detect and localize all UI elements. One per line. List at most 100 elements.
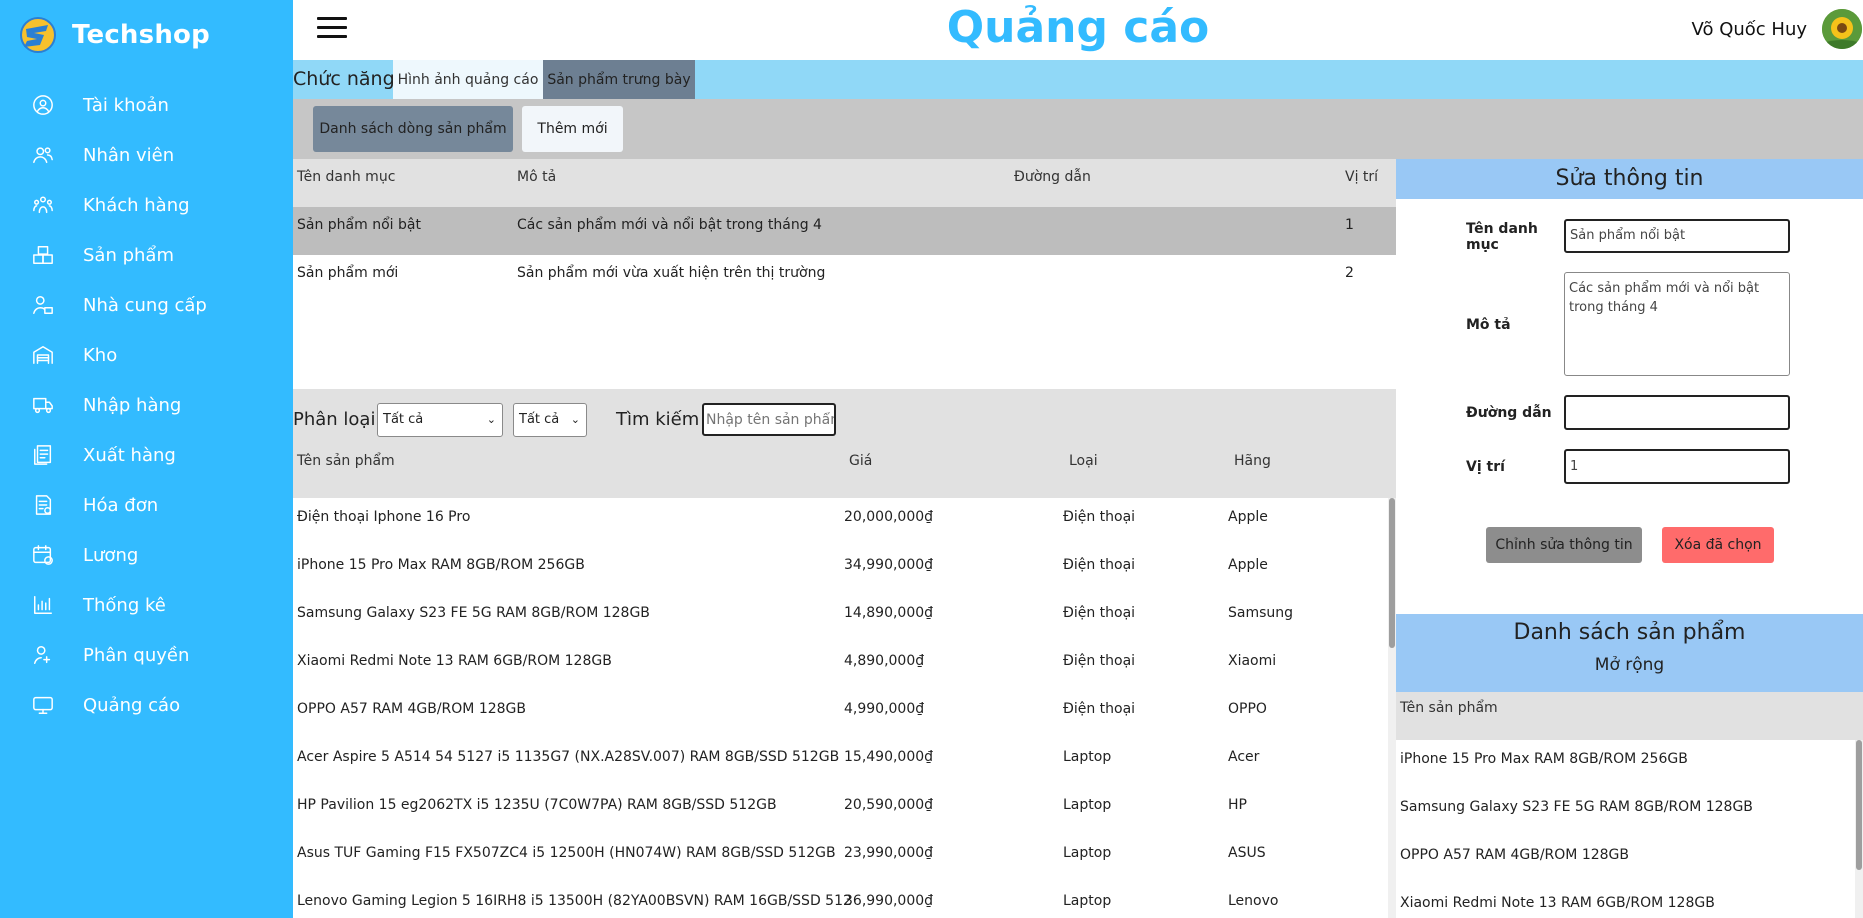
user-permission-icon (31, 643, 55, 667)
sidebar-item-kho[interactable]: Kho (0, 330, 293, 380)
product-brand: Xiaomi (1228, 653, 1277, 669)
brand[interactable]: Techshop (18, 14, 210, 56)
product-type: Điện thoại (1063, 509, 1136, 525)
product-price: 34,990,000₫ (844, 557, 934, 573)
link-field-label: Đường dẫn (1466, 405, 1552, 421)
sidebar-item-nhan-vien[interactable]: Nhân viên (0, 130, 293, 180)
sidebar-item-label: Nhà cung cấp (83, 294, 207, 316)
product-name: Điện thoại Iphone 16 Pro (297, 509, 471, 525)
sidebar-nav: Tài khoản Nhân viên Khách hàng Sản phẩm … (0, 80, 293, 730)
action-bar: Danh sách dòng sản phẩm Thêm mới (293, 99, 1863, 159)
sidebar-item-label: Xuất hàng (83, 444, 176, 466)
sidebar-item-label: Kho (83, 344, 118, 366)
select-value: Tất cả (383, 412, 424, 427)
product-list-scrollbar[interactable] (1855, 740, 1863, 918)
calendar-money-icon (31, 543, 55, 567)
sidebar-item-nha-cung-cap[interactable]: Nhà cung cấp (0, 280, 293, 330)
sidebar-item-phan-quyen[interactable]: Phân quyền (0, 630, 293, 680)
table-row[interactable]: Acer Aspire 5 A514 54 5127 i5 1135G7 (NX… (293, 738, 1396, 786)
name-field[interactable]: Sản phẩm nổi bật (1564, 219, 1790, 253)
sidebar-item-luong[interactable]: Lương (0, 530, 293, 580)
link-field[interactable] (1564, 395, 1790, 430)
table-row[interactable]: iPhone 15 Pro Max RAM 8GB/ROM 256GB 34,9… (293, 546, 1396, 594)
table-row[interactable]: Asus TUF Gaming F15 FX507ZC4 i5 12500H (… (293, 834, 1396, 882)
chevron-down-icon: ⌄ (570, 413, 580, 426)
expand-link[interactable]: Mở rộng (1396, 655, 1863, 675)
column-header: Tên sản phẩm (297, 453, 395, 469)
product-table-body: Điện thoại Iphone 16 Pro 20,000,000₫ Điệ… (293, 498, 1396, 918)
list-item[interactable]: iPhone 15 Pro Max RAM 8GB/ROM 256GB (1396, 740, 1863, 788)
sidebar-item-label: Nhập hàng (83, 394, 182, 416)
table-row[interactable]: Lenovo Gaming Legion 5 16IRH8 i5 13500H … (293, 882, 1396, 918)
sidebar-item-label: Quảng cáo (83, 694, 181, 716)
sidebar-item-thong-ke[interactable]: Thống kê (0, 580, 293, 630)
product-name: Samsung Galaxy S23 FE 5G RAM 8GB/ROM 128… (297, 605, 650, 621)
scrollbar-thumb[interactable] (1389, 498, 1395, 648)
sidebar-item-hoa-don[interactable]: Hóa đơn (0, 480, 293, 530)
table-row[interactable]: Samsung Galaxy S23 FE 5G RAM 8GB/ROM 128… (293, 594, 1396, 642)
sidebar-item-label: Khách hàng (83, 194, 190, 216)
sidebar-item-quang-cao[interactable]: Quảng cáo (0, 680, 293, 730)
pos-field[interactable]: 1 (1564, 449, 1790, 484)
column-header: Mô tả (517, 169, 557, 185)
sidebar-item-xuat-hang[interactable]: Xuất hàng (0, 430, 293, 480)
list-item[interactable]: Xiaomi Redmi Note 13 RAM 6GB/ROM 128GB (1396, 884, 1863, 918)
table-row[interactable]: OPPO A57 RAM 4GB/ROM 128GB 4,990,000₫ Đi… (293, 690, 1396, 738)
product-type: Laptop (1063, 893, 1112, 909)
function-label: Chức năng (293, 68, 395, 90)
table-row[interactable]: HP Pavilion 15 eg2062TX i5 1235U (7C0W7P… (293, 786, 1396, 834)
tab-san-pham-trung-bay[interactable]: Sản phẩm trưng bày (543, 60, 695, 99)
sidebar-item-tai-khoan[interactable]: Tài khoản (0, 80, 293, 130)
product-price: 23,990,000₫ (844, 845, 934, 861)
export-doc-icon (31, 443, 55, 467)
sidebar-item-khach-hang[interactable]: Khách hàng (0, 180, 293, 230)
desc-field-label: Mô tả (1466, 317, 1511, 333)
customers-icon (31, 193, 55, 217)
table-row[interactable]: Điện thoại Iphone 16 Pro 20,000,000₫ Điệ… (293, 498, 1396, 546)
category-pos: 1 (1345, 217, 1354, 233)
product-type: Điện thoại (1063, 653, 1136, 669)
sidebar-item-nhap-hang[interactable]: Nhập hàng (0, 380, 293, 430)
product-price: 20,000,000₫ (844, 509, 934, 525)
product-search-input[interactable] (702, 403, 836, 436)
tab-hinh-anh-quang-cao[interactable]: Hình ảnh quảng cáo (393, 60, 543, 99)
add-new-button[interactable]: Thêm mới (522, 106, 623, 152)
scrollbar-thumb[interactable] (1856, 740, 1862, 870)
product-brand: Lenovo (1228, 893, 1279, 909)
column-header: Vị trí (1345, 169, 1379, 185)
techshop-logo-icon (20, 17, 56, 53)
product-type: Điện thoại (1063, 701, 1136, 717)
product-table-scrollbar[interactable] (1388, 498, 1396, 918)
table-row[interactable]: Sản phẩm mới Sản phẩm mới vừa xuất hiện … (293, 255, 1396, 303)
product-name: HP Pavilion 15 eg2062TX i5 1235U (7C0W7P… (297, 797, 777, 813)
sidebar-item-san-pham[interactable]: Sản phẩm (0, 230, 293, 280)
function-bar: Chức năng Hình ảnh quảng cáo Sản phẩm tr… (293, 60, 1863, 99)
category-name: Sản phẩm nổi bật (297, 217, 421, 233)
search-label: Tìm kiếm (616, 409, 700, 430)
delete-selected-button[interactable]: Xóa đã chọn (1662, 527, 1774, 563)
edit-info-button[interactable]: Chỉnh sửa thông tin (1486, 527, 1642, 563)
column-header: Loại (1069, 453, 1098, 469)
invoice-icon (31, 493, 55, 517)
truck-icon (31, 393, 55, 417)
category-select[interactable]: Tất cả ⌄ (377, 403, 503, 437)
avatar-flower-icon (1822, 9, 1862, 49)
product-list-title-bar: Danh sách sản phẩm Mở rộng (1396, 614, 1863, 692)
desc-field[interactable]: Các sản phẩm mới và nổi bật trong tháng … (1564, 272, 1790, 376)
boxes-icon (31, 243, 55, 267)
product-brand: ASUS (1228, 845, 1266, 861)
list-item[interactable]: OPPO A57 RAM 4GB/ROM 128GB (1396, 836, 1863, 884)
product-line-list-button[interactable]: Danh sách dòng sản phẩm (313, 106, 513, 152)
page-title: Quảng cáo (946, 2, 1210, 53)
monitor-icon (31, 693, 55, 717)
table-row[interactable]: Xiaomi Redmi Note 13 RAM 6GB/ROM 128GB 4… (293, 642, 1396, 690)
user-name[interactable]: Võ Quốc Huy (1692, 19, 1807, 40)
product-type: Laptop (1063, 749, 1112, 765)
avatar[interactable] (1822, 9, 1862, 49)
product-brand: Apple (1228, 509, 1268, 525)
product-price: 20,590,000₫ (844, 797, 934, 813)
category-filter-label: Phân loại (293, 409, 376, 430)
brand-select[interactable]: Tất cả ⌄ (513, 403, 587, 437)
table-row[interactable]: Sản phẩm nổi bật Các sản phẩm mới và nổi… (293, 207, 1396, 255)
list-item[interactable]: Samsung Galaxy S23 FE 5G RAM 8GB/ROM 128… (1396, 788, 1863, 836)
